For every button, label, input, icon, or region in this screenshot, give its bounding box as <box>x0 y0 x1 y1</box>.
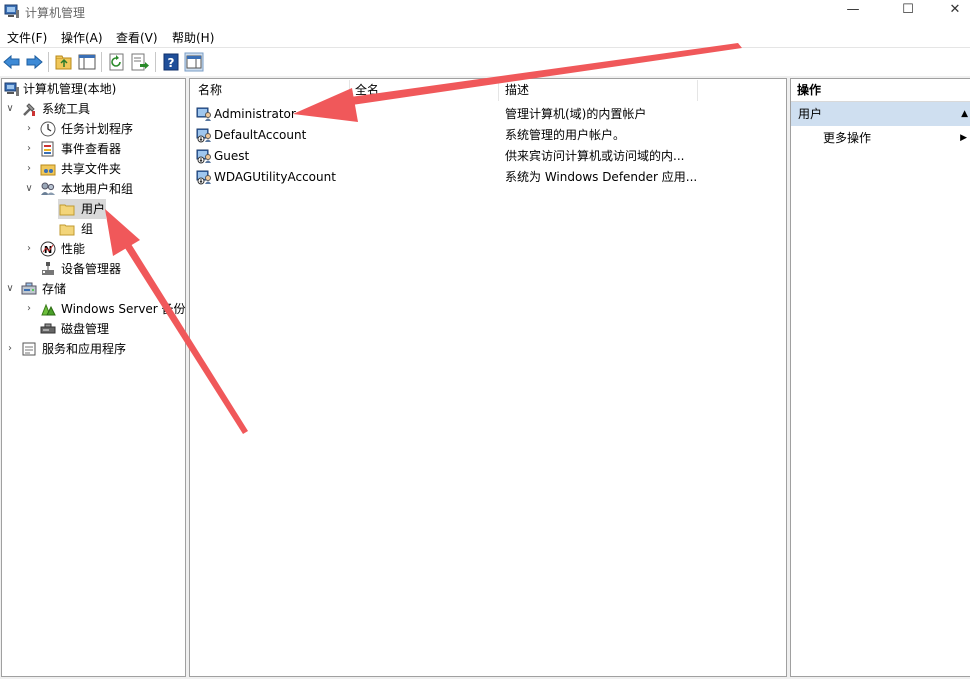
shared-folder-icon <box>40 164 56 176</box>
actions-pane: 操作 用户 ▲ 更多操作 ▶ <box>790 78 970 677</box>
chevron-right-icon[interactable]: › <box>5 339 15 359</box>
user-name: DefaultAccount <box>214 128 307 142</box>
menu-action[interactable]: 操作(A) <box>61 29 103 46</box>
storage-icon <box>21 282 37 295</box>
more-actions-item[interactable]: 更多操作 ▶ <box>791 128 970 148</box>
table-row[interactable]: WDAGUtilityAccount 系统为 Windows Defender … <box>190 167 786 188</box>
computer-management-icon <box>4 4 19 18</box>
show-action-pane-icon[interactable] <box>184 52 204 72</box>
collapse-up-icon[interactable]: ▲ <box>961 102 968 126</box>
column-header-name[interactable]: 名称 <box>198 80 222 101</box>
forward-arrow-icon[interactable] <box>24 52 44 72</box>
folder-icon <box>59 224 75 236</box>
chevron-right-icon[interactable]: › <box>24 299 34 319</box>
back-arrow-icon[interactable] <box>2 52 22 72</box>
actions-section-users[interactable]: 用户 ▲ <box>791 102 970 126</box>
user-description: 系统管理的用户帐户。 <box>505 128 626 142</box>
actions-header: 操作 <box>791 79 970 102</box>
user-account-icon <box>196 107 211 121</box>
menu-help[interactable]: 帮助(H) <box>172 29 214 46</box>
column-header-fullname[interactable]: 全名 <box>355 80 379 101</box>
svg-text:?: ? <box>168 56 175 70</box>
chevron-right-icon[interactable]: › <box>24 239 34 259</box>
user-description: 管理计算机(域)的内置帐户 <box>505 107 647 121</box>
disabled-user-account-icon <box>196 149 211 164</box>
user-description: 系统为 Windows Defender 应用... <box>505 170 698 184</box>
user-name: Guest <box>214 149 250 163</box>
computer-management-icon <box>4 82 19 96</box>
toolbar: ? <box>0 47 970 76</box>
minimize-button[interactable]: — <box>830 0 876 20</box>
table-row[interactable]: Guest 供来宾访问计算机或访问域的内... <box>190 146 786 167</box>
show-tree-icon[interactable] <box>77 52 97 72</box>
user-name: WDAGUtilityAccount <box>214 170 336 184</box>
export-list-icon[interactable] <box>130 52 150 72</box>
menu-bar: 文件(F) 操作(A) 查看(V) 帮助(H) <box>0 26 970 47</box>
tree-item-users[interactable]: 用户 <box>58 199 106 219</box>
clock-icon <box>40 121 56 137</box>
disk-icon <box>40 323 56 334</box>
column-header-description[interactable]: 描述 <box>505 80 529 101</box>
maximize-button[interactable]: ☐ <box>885 0 931 20</box>
chevron-right-icon[interactable]: › <box>24 119 34 139</box>
user-list: 名称 全名 描述 Administrator 管理计算机(域)的内置帐户 Def… <box>189 78 787 677</box>
close-button[interactable]: ✕ <box>932 0 970 20</box>
refresh-icon[interactable] <box>107 52 127 72</box>
table-row[interactable]: Administrator 管理计算机(域)的内置帐户 <box>190 104 786 125</box>
chevron-down-icon[interactable]: ∨ <box>24 179 34 199</box>
window-title: 计算机管理 <box>25 6 86 20</box>
chevron-down-icon[interactable]: ∨ <box>5 279 15 299</box>
menu-view[interactable]: 查看(V) <box>116 29 158 46</box>
backup-icon <box>41 303 56 316</box>
disabled-user-account-icon <box>196 128 211 143</box>
users-group-icon <box>41 182 55 195</box>
folder-icon <box>59 204 75 216</box>
performance-icon: N <box>40 241 56 257</box>
chevron-down-icon[interactable]: ∨ <box>5 99 15 119</box>
navigation-tree: 计算机管理(本地) ∨ 系统工具 › 任务计划程序 › 事件查看器 › 共享文件… <box>1 78 186 677</box>
help-icon[interactable]: ? <box>161 52 181 72</box>
disabled-user-account-icon <box>196 170 211 185</box>
chevron-right-icon[interactable]: › <box>24 159 34 179</box>
up-folder-icon[interactable] <box>54 52 74 72</box>
tools-icon <box>23 103 35 116</box>
menu-file[interactable]: 文件(F) <box>7 29 47 46</box>
services-icon <box>22 342 36 356</box>
user-description: 供来宾访问计算机或访问域的内... <box>505 149 685 163</box>
event-log-icon <box>41 141 54 157</box>
table-row[interactable]: DefaultAccount 系统管理的用户帐户。 <box>190 125 786 146</box>
user-name: Administrator <box>214 107 296 121</box>
chevron-right-icon[interactable]: › <box>24 139 34 159</box>
submenu-arrow-icon: ▶ <box>960 133 967 143</box>
device-manager-icon <box>42 262 54 275</box>
title-bar: 计算机管理 — ☐ ✕ <box>0 0 970 26</box>
